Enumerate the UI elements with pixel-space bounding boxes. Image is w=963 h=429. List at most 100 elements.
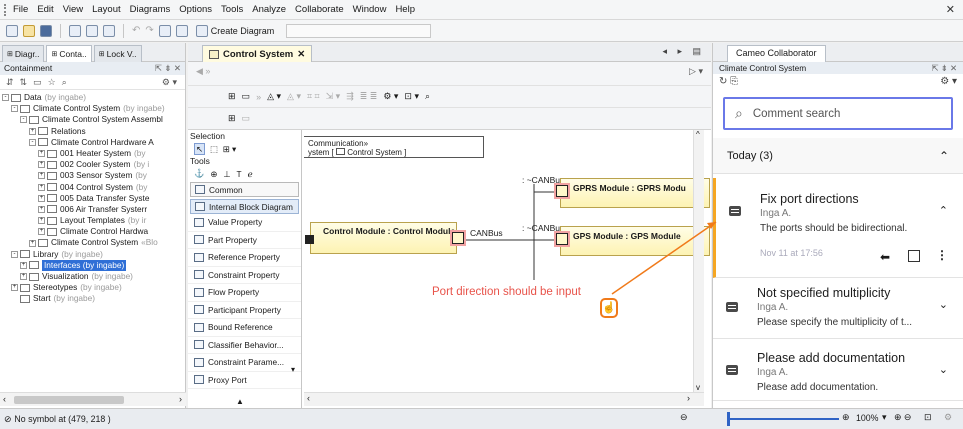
palette-ibd-group[interactable]: Internal Block Diagram <box>190 199 299 214</box>
control-module-port[interactable] <box>450 230 466 246</box>
panel-controls-icon[interactable]: ⇱ ⇟ ✕ <box>155 63 181 74</box>
expand-icon[interactable]: + <box>29 127 36 135</box>
back-icon[interactable]: ◀ » <box>196 66 210 77</box>
tree-node[interactable]: + Layout Templates (by ir <box>2 215 185 226</box>
tree-node[interactable]: +006 Air Transfer Systerr <box>2 204 185 215</box>
chevron-up-icon[interactable]: ⌃ <box>939 149 949 163</box>
grid-select-icon[interactable]: ⊞ ▾ <box>223 144 236 154</box>
menu-analyze[interactable]: Analyze <box>252 4 286 15</box>
palette-scroll-down-icon[interactable]: ▾ <box>291 365 295 374</box>
layout-icon[interactable]: ⊞ <box>228 91 236 102</box>
tree-node[interactable]: Start (by ingabe) <box>2 293 185 304</box>
tree-node[interactable]: + Climate Control Hardwa <box>2 226 185 237</box>
menu-tools[interactable]: Tools <box>221 4 243 15</box>
palette-scroll-up-icon[interactable]: ▲ <box>236 397 244 406</box>
grid-icon[interactable]: ⊞ <box>228 113 236 124</box>
toolbar-combo[interactable] <box>286 23 432 38</box>
palette-item[interactable]: Part Property <box>188 232 301 249</box>
rect-icon[interactable]: ▭ <box>242 91 251 102</box>
palette-item[interactable]: Reference Property <box>188 249 301 267</box>
tab-cameo-collaborator[interactable]: Cameo Collaborator <box>727 45 826 62</box>
menu-view[interactable]: View <box>63 4 83 15</box>
palette-item[interactable]: Constraint Parame... <box>188 354 301 372</box>
display-icon[interactable]: ≣ ≣ <box>360 91 378 102</box>
chevron-down-icon[interactable]: ⌄ <box>939 363 948 376</box>
new-folder-icon[interactable]: ▭ <box>33 77 42 88</box>
tree-node[interactable]: + Relations <box>2 126 185 137</box>
redo-icon[interactable]: ↷ <box>145 25 153 36</box>
arrange-icon[interactable]: ⌗ ⌗ <box>307 91 320 102</box>
marquee-icon[interactable]: ⬚ <box>210 144 218 154</box>
close-tab-icon[interactable]: ✕ <box>297 49 305 60</box>
overview-icon[interactable]: ⊡ <box>924 412 931 423</box>
anchor-icon[interactable]: ⚓ <box>194 168 204 179</box>
menu-help[interactable]: Help <box>395 4 415 15</box>
zoom-fit-icon[interactable]: ⊕ ⊖ <box>894 412 911 423</box>
gps-module-block[interactable]: GPS Module : GPS Module <box>560 226 710 256</box>
zoom-slider-thumb[interactable] <box>727 412 730 426</box>
refresh-icon[interactable]: ↻ ⎘ <box>719 76 738 87</box>
split-icon[interactable]: ⊕ <box>210 169 217 179</box>
menu-diagrams[interactable]: Diagrams <box>130 4 171 15</box>
pointer-icon[interactable]: ↖ <box>194 142 205 155</box>
collapse-icon[interactable]: - <box>11 105 18 113</box>
menu-file[interactable]: File <box>13 4 28 15</box>
palette-item[interactable]: Flow Property <box>188 284 301 302</box>
new-project-icon[interactable] <box>6 24 18 37</box>
menu-options[interactable]: Options <box>179 4 212 15</box>
tree-node[interactable]: + Visualization (by ingabe) <box>2 271 185 282</box>
palette-item[interactable]: Participant Property <box>188 302 301 319</box>
text-icon[interactable]: T <box>237 169 242 179</box>
tab-diagrams[interactable]: ⊞ Diagr.. <box>2 45 45 62</box>
expand-toolbar-icon[interactable]: ▷ ▾ <box>689 66 703 77</box>
expand-icon[interactable]: + <box>38 194 45 202</box>
save-icon[interactable] <box>40 24 52 37</box>
tree-node[interactable]: +005 Data Transfer Syste <box>2 193 185 204</box>
scroll-left-icon[interactable]: ‹ <box>307 393 310 403</box>
chevron-up-icon[interactable]: ⌃ <box>939 204 948 217</box>
palette-item[interactable]: Classifier Behavior... <box>188 337 301 354</box>
expand-icon[interactable]: + <box>38 183 45 191</box>
more-options-icon[interactable]: ⋮ <box>936 248 948 262</box>
gps-module-port[interactable] <box>554 231 570 247</box>
gear-icon[interactable]: ⚙ ▾ <box>940 76 957 87</box>
route-icon[interactable]: ⇶ <box>346 91 354 102</box>
comment-card[interactable]: Fix port directions Inga A. The ports sh… <box>713 178 963 278</box>
left-horizontal-scrollbar[interactable]: ‹ › <box>0 392 186 406</box>
scroll-right-icon[interactable]: › <box>179 394 182 404</box>
create-diagram-button[interactable]: Create Diagram <box>193 24 278 38</box>
print-preview-icon[interactable] <box>86 24 98 37</box>
fill-color-icon[interactable]: ◬ ▾ <box>267 91 281 102</box>
collapse-icon[interactable]: - <box>2 94 9 102</box>
control-module-block[interactable]: Control Module : Control Module <box>310 222 457 254</box>
palette-common-group[interactable]: Common <box>190 182 299 197</box>
comment-card[interactable]: Please add documentation Inga A. Please … <box>713 339 963 401</box>
menu-layout[interactable]: Layout <box>92 4 121 15</box>
comment-card[interactable]: Not specified multiplicity Inga A. Pleas… <box>713 278 963 339</box>
favorite-icon[interactable]: ☆ <box>48 77 56 88</box>
tab-lock-view[interactable]: ⊞ Lock V.. <box>93 45 142 62</box>
zoom-level[interactable]: 100% <box>856 413 879 423</box>
zoom-dropdown-icon[interactable]: ▾ <box>882 412 886 423</box>
expand-icon[interactable]: + <box>38 205 45 213</box>
collapse-icon[interactable]: - <box>29 138 36 146</box>
menu-window[interactable]: Window <box>353 4 387 15</box>
tree-node[interactable]: +004 Control System (by <box>2 182 185 193</box>
tree-node[interactable]: + Interfaces (by ingabe) <box>2 259 185 272</box>
tab-control-system[interactable]: Control System ✕ <box>202 45 313 62</box>
expand-icon[interactable]: + <box>38 161 45 169</box>
scroll-right-icon[interactable]: › <box>687 393 690 403</box>
tree-node[interactable]: +001 Heater System (by <box>2 148 185 159</box>
line-color-icon[interactable]: ◬ ▾ <box>287 91 301 102</box>
expand-icon[interactable]: + <box>11 284 18 292</box>
tab-nav-icons[interactable]: ◂ ▸ ▤ <box>662 46 705 57</box>
gprs-module-port[interactable] <box>554 183 570 199</box>
resolve-checkbox[interactable] <box>908 250 920 262</box>
zoom-fit-icon[interactable]: ⊡ ▾ <box>404 91 419 102</box>
zoom-out-icon[interactable]: ⊖ <box>680 412 687 423</box>
scrollbar-thumb[interactable] <box>14 396 124 404</box>
scroll-up-icon[interactable]: ^ <box>696 130 700 139</box>
annotation-cursor-marker[interactable]: ☝ <box>600 298 618 318</box>
window-close-icon[interactable]: ✕ <box>946 3 955 16</box>
control-module-left-port[interactable] <box>305 235 314 244</box>
